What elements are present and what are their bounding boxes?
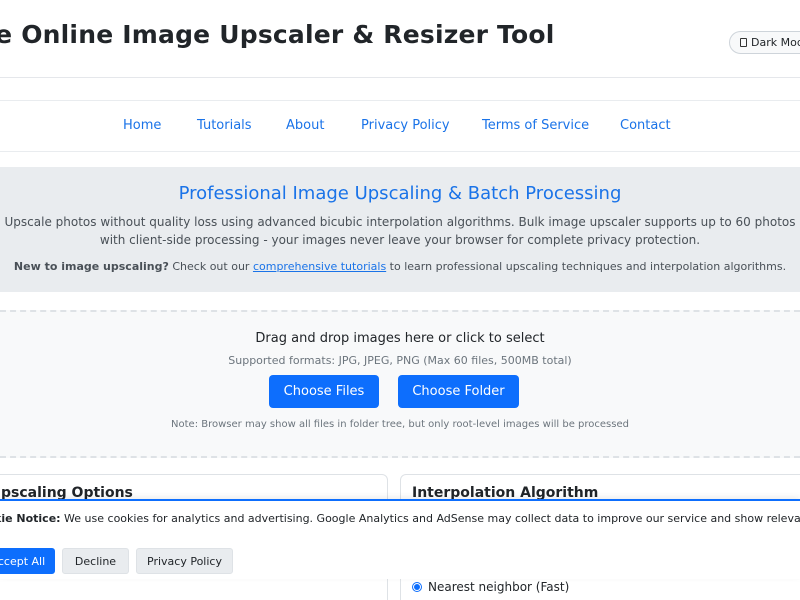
nav-about[interactable]: About [286,118,324,133]
site-title: ee Online Image Upscaler & Resizer Tool [0,20,555,49]
dark-mode-label: Dark Mode [751,36,800,49]
cookie-banner: kie Notice: We use cookies for analytics… [0,499,800,579]
nav-contact[interactable]: Contact [620,118,671,133]
upload-dropzone[interactable]: Drag and drop images here or click to se… [0,310,800,458]
nav-home[interactable]: Home [123,118,161,133]
choose-folder-button[interactable]: Choose Folder [398,375,519,408]
decline-button[interactable]: Decline [62,548,129,574]
hero-description: Upscale photos without quality loss usin… [4,215,796,247]
cookie-notice-body: We use cookies for analytics and adverti… [60,512,800,525]
dropzone-instruction: Drag and drop images here or click to se… [255,331,545,346]
accept-all-button[interactable]: ccept All [0,548,55,574]
dark-mode-toggle[interactable]: Dark Mode [729,31,800,54]
nav-tutorials[interactable]: Tutorials [197,118,252,133]
cookie-text: kie Notice: We use cookies for analytics… [0,512,800,525]
tutorial-hint-post: to learn professional upscaling techniqu… [386,260,787,273]
folder-note: Note: Browser may show all files in fold… [171,419,629,430]
nearest-neighbor-option[interactable]: Nearest neighbor (Fast) [412,580,569,594]
hero-heading: Professional Image Upscaling & Batch Pro… [178,183,622,204]
hero-section: Professional Image Upscaling & Batch Pro… [0,167,800,292]
nearest-neighbor-label: Nearest neighbor (Fast) [428,580,570,594]
cookie-privacy-policy-button[interactable]: Privacy Policy [136,548,233,574]
nav-privacy-policy[interactable]: Privacy Policy [361,118,450,133]
tutorial-hint-bold: New to image upscaling? [13,260,169,273]
cookie-notice-bold: kie Notice: [0,512,61,525]
choose-files-button[interactable]: Choose Files [269,375,379,408]
supported-formats: Supported formats: JPG, JPEG, PNG (Max 6… [228,354,572,367]
moon-icon [740,38,747,47]
main-nav: Home Tutorials About Privacy Policy Term… [0,100,800,152]
tutorial-hint-pre: Check out our [168,260,253,273]
radio-selected-icon[interactable] [412,582,422,592]
site-header: ee Online Image Upscaler & Resizer Tool … [0,0,800,78]
tutorials-link[interactable]: comprehensive tutorials [253,260,386,273]
nav-terms-of-service[interactable]: Terms of Service [482,118,589,133]
tutorial-hint: New to image upscaling? Check out our co… [0,260,800,273]
